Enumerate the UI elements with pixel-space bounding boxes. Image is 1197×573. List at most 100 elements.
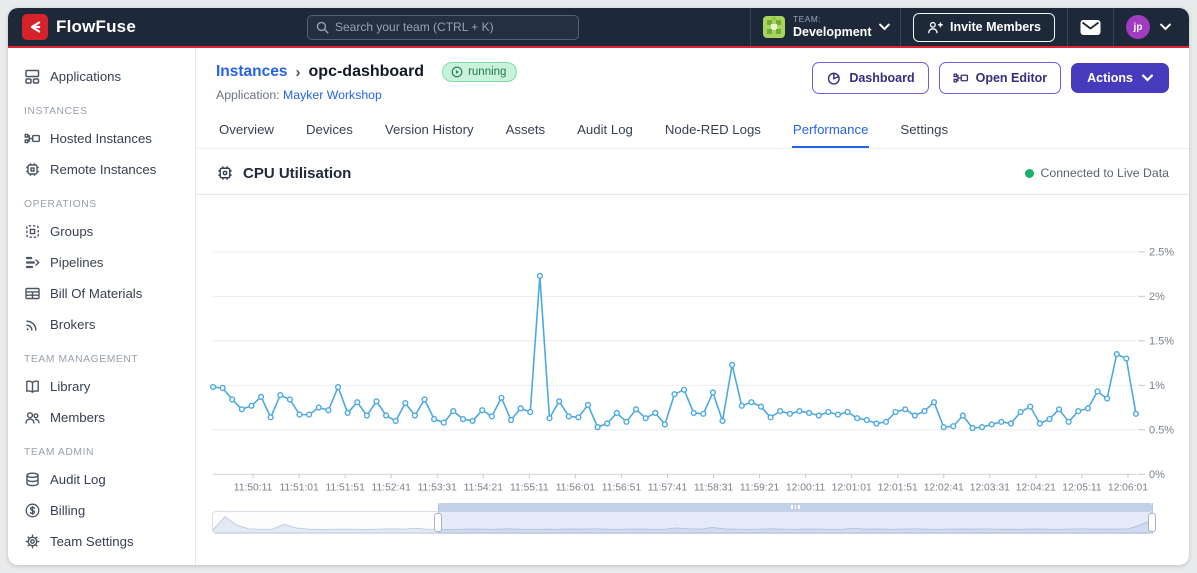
- application-label: Application:: [216, 88, 280, 102]
- svg-text:11:56:01: 11:56:01: [556, 482, 596, 493]
- play-circle-icon: [451, 66, 463, 78]
- cpu-chart-svg[interactable]: 0% 0.5% 1% 1.5% 2% 2.5% 11:50:11 11:51:01 11:51:…: [196, 197, 1189, 497]
- search-input[interactable]: [334, 20, 570, 34]
- top-navbar: FlowFuse Search your team (CTRL + K) TEA…: [8, 8, 1189, 48]
- open-editor-button-label: Open Editor: [975, 71, 1048, 85]
- sidebar-section-operations: OPERATIONS: [24, 199, 97, 210]
- instance-name: opc-dashboard: [308, 63, 425, 80]
- svg-text:11:58:31: 11:58:31: [694, 482, 734, 493]
- sidebar-item-label: Groups: [50, 224, 94, 239]
- dashboard-button-label: Dashboard: [849, 71, 915, 85]
- svg-text:12:02:41: 12:02:41: [924, 482, 964, 493]
- tab-node-red-logs[interactable]: Node-RED Logs: [664, 114, 762, 148]
- dashboard-button[interactable]: Dashboard: [812, 62, 929, 94]
- live-status: Connected to Live Data: [1025, 166, 1169, 180]
- svg-text:12:01:01: 12:01:01: [832, 482, 872, 493]
- sidebar-item-audit-log[interactable]: Audit Log: [8, 465, 195, 494]
- tab-audit-log[interactable]: Audit Log: [576, 114, 634, 148]
- tab-performance[interactable]: Performance: [792, 114, 870, 148]
- sidebar-item-groups[interactable]: Groups: [8, 217, 195, 246]
- chevron-down-icon: [879, 23, 891, 31]
- open-editor-button[interactable]: Open Editor: [938, 62, 1062, 94]
- sidebar-item-applications[interactable]: Applications: [8, 62, 195, 91]
- svg-text:12:03:31: 12:03:31: [970, 482, 1010, 493]
- application-link[interactable]: Mayker Workshop: [283, 88, 382, 102]
- sidebar-item-label: Brokers: [50, 317, 96, 332]
- sidebar-item-members[interactable]: Members: [8, 403, 195, 432]
- svg-text:1.5%: 1.5%: [1149, 335, 1174, 347]
- chevron-down-icon: [1142, 74, 1153, 82]
- sidebar-item-hosted-instances[interactable]: Hosted Instances: [8, 124, 195, 153]
- brush-handle-right[interactable]: [1148, 513, 1156, 533]
- node-editor-icon: [953, 70, 969, 86]
- svg-text:12:05:11: 12:05:11: [1062, 482, 1102, 493]
- breadcrumb-separator: ›: [295, 63, 301, 81]
- invite-members-segment: Invite Members: [899, 8, 1067, 46]
- sidebar-item-team-settings[interactable]: Team Settings: [8, 527, 195, 556]
- tab-settings[interactable]: Settings: [899, 114, 949, 148]
- application-line: Application: Mayker Workshop: [216, 88, 517, 102]
- user-add-icon: [927, 20, 943, 35]
- svg-text:11:50:11: 11:50:11: [234, 482, 273, 493]
- sidebar-item-bill-of-materials[interactable]: Bill Of Materials: [8, 279, 195, 308]
- pie-chart-icon: [826, 70, 842, 86]
- invite-members-button[interactable]: Invite Members: [912, 12, 1055, 42]
- tab-devices[interactable]: Devices: [305, 114, 354, 148]
- sidebar-item-billing[interactable]: Billing: [8, 496, 195, 525]
- brush-grip[interactable]: [438, 503, 1152, 512]
- avatar: jp: [1126, 15, 1150, 39]
- sidebar-section-instances: INSTANCES: [24, 106, 88, 117]
- team-avatar: [762, 16, 785, 38]
- status-badge: running: [442, 62, 518, 82]
- svg-text:11:52:41: 11:52:41: [372, 482, 412, 493]
- sidebar-section-team-management: TEAM MANAGEMENT: [24, 354, 139, 365]
- sidebar-item-remote-instances[interactable]: Remote Instances: [8, 155, 195, 184]
- user-menu[interactable]: jp: [1113, 8, 1189, 46]
- actions-button-label: Actions: [1087, 71, 1133, 85]
- svg-text:11:59:21: 11:59:21: [740, 482, 780, 493]
- chevron-down-icon: [1160, 23, 1171, 31]
- app-window: FlowFuse Search your team (CTRL + K) TEA…: [8, 8, 1189, 565]
- groups-icon: [24, 223, 41, 240]
- users-icon: [24, 409, 41, 426]
- search-icon: [316, 21, 329, 34]
- dollar-icon: [24, 502, 41, 519]
- actions-button[interactable]: Actions: [1071, 63, 1169, 93]
- grip-dot: [791, 505, 793, 510]
- svg-text:12:00:11: 12:00:11: [786, 482, 826, 493]
- sidebar-item-label: Pipelines: [50, 255, 104, 270]
- tab-version-history[interactable]: Version History: [384, 114, 475, 148]
- navbar-right: TEAM: Development Invite Members jp: [749, 8, 1189, 46]
- sidebar: Applications INSTANCES Hosted Instances: [8, 48, 196, 565]
- svg-text:0.5%: 0.5%: [1149, 424, 1174, 436]
- team-selector[interactable]: TEAM: Development: [749, 8, 900, 46]
- brush-selection[interactable]: [437, 503, 1153, 535]
- applications-icon: [24, 68, 41, 85]
- sidebar-item-label: Library: [50, 379, 91, 394]
- breadcrumb-instances-link[interactable]: Instances: [216, 63, 288, 81]
- tab-overview[interactable]: Overview: [218, 114, 275, 148]
- sidebar-item-brokers[interactable]: Brokers: [8, 310, 195, 339]
- cpu-chart[interactable]: 0% 0.5% 1% 1.5% 2% 2.5% 11:50:11 11:51:01 11:51:…: [196, 195, 1189, 497]
- notifications-button[interactable]: [1080, 19, 1101, 36]
- pipelines-icon: [24, 254, 41, 271]
- sidebar-item-library[interactable]: Library: [8, 372, 195, 401]
- live-status-label: Connected to Live Data: [1040, 166, 1169, 180]
- main-content: Instances › opc-dashboard running Applic…: [196, 48, 1189, 565]
- sidebar-item-label: Billing: [50, 503, 86, 518]
- flowfuse-logo[interactable]: FlowFuse: [22, 14, 136, 40]
- svg-text:11:55:11: 11:55:11: [510, 482, 549, 493]
- panel-title: CPU Utilisation: [216, 164, 351, 182]
- tab-assets[interactable]: Assets: [505, 114, 547, 148]
- svg-text:11:56:51: 11:56:51: [602, 482, 642, 493]
- sidebar-item-pipelines[interactable]: Pipelines: [8, 248, 195, 277]
- instance-tab-bar: Overview Devices Version History Assets …: [196, 106, 1189, 149]
- notifications-segment: [1067, 8, 1113, 46]
- brand-name: FlowFuse: [56, 17, 136, 36]
- svg-text:11:51:51: 11:51:51: [325, 482, 365, 493]
- sidebar-item-label: Team Settings: [50, 534, 134, 549]
- time-range-brush[interactable]: [212, 503, 1156, 537]
- team-search[interactable]: [306, 14, 579, 40]
- svg-text:12:04:21: 12:04:21: [1016, 482, 1056, 493]
- brush-handle-left[interactable]: [433, 513, 442, 533]
